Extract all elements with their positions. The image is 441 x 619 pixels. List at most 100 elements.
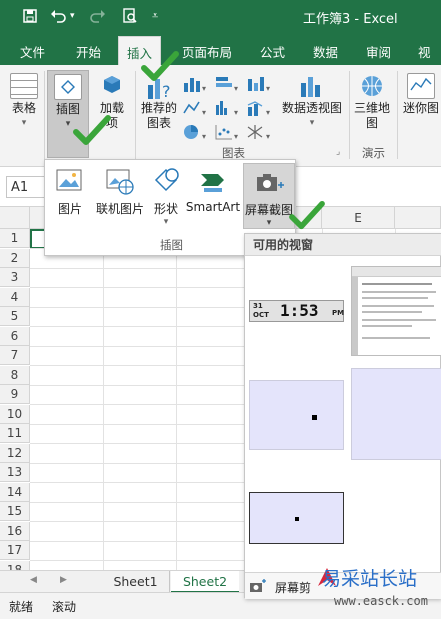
column-chart-icon[interactable]: ▾ bbox=[182, 75, 208, 96]
undo-dropdown-icon[interactable]: ▾ bbox=[70, 11, 75, 21]
pivotchart-button[interactable]: 数据透视图 ▾ bbox=[280, 73, 344, 131]
sparklines-label: 迷你图 bbox=[402, 101, 439, 115]
sparklines-icon bbox=[407, 73, 435, 99]
tab-review[interactable]: 审阅 bbox=[366, 42, 391, 61]
row-header[interactable]: 10 bbox=[0, 404, 30, 424]
svg-text:▾: ▾ bbox=[202, 132, 206, 141]
screenshot-dropdown: 可用的视窗 31 OCT 1:53 PM 屏幕剪 bbox=[244, 233, 441, 599]
shapes-button[interactable]: 形状 ▾ bbox=[149, 166, 183, 227]
watermark-url: www.easck.com bbox=[334, 594, 428, 608]
row-header[interactable]: 7 bbox=[0, 346, 30, 365]
window-thumbnail-blank-1[interactable] bbox=[249, 380, 344, 450]
waterfall-chart-icon[interactable]: ▾ bbox=[246, 75, 272, 96]
ribbon-separator bbox=[397, 71, 398, 159]
row-header[interactable]: 2 bbox=[0, 248, 30, 268]
redo-icon[interactable] bbox=[88, 8, 106, 28]
title-bar: ▾ ⩡ 工作簿3 - Excel bbox=[0, 0, 441, 34]
line-chart-icon[interactable]: ▾ bbox=[182, 99, 208, 120]
surface-chart-icon[interactable]: ▾ bbox=[246, 123, 272, 144]
status-scroll: 滚动 bbox=[52, 600, 77, 614]
ribbon-separator bbox=[349, 71, 350, 159]
row-header[interactable]: 17 bbox=[0, 541, 30, 560]
smartart-label: SmartArt bbox=[185, 200, 241, 214]
tab-home[interactable]: 开始 bbox=[76, 42, 101, 61]
column-header-e[interactable]: E bbox=[322, 207, 395, 229]
svg-text:▾: ▾ bbox=[234, 84, 238, 93]
row-header[interactable]: 5 bbox=[0, 307, 30, 326]
scroll-sheets-right-icon[interactable]: ▶ bbox=[60, 575, 67, 585]
grid-line bbox=[176, 229, 177, 570]
row-header[interactable]: 13 bbox=[0, 463, 30, 482]
window-title: 工作簿3 - Excel bbox=[303, 12, 398, 27]
picture-label: 图片 bbox=[57, 202, 82, 216]
picture-icon bbox=[55, 166, 85, 196]
table-button[interactable]: 表格 ▾ bbox=[6, 73, 42, 131]
undo-icon[interactable] bbox=[50, 8, 68, 28]
svg-text:▾: ▾ bbox=[266, 84, 270, 93]
shapes-icon bbox=[151, 166, 181, 196]
recommended-charts-label-line2: 图表 bbox=[146, 116, 171, 130]
svg-text:?: ? bbox=[162, 82, 171, 101]
row-header[interactable]: 3 bbox=[0, 268, 30, 287]
tab-page-layout[interactable]: 页面布局 bbox=[182, 42, 232, 61]
bar-chart-icon[interactable]: ▾ bbox=[214, 75, 240, 96]
customize-toolbar-icon[interactable]: ⩡ bbox=[152, 9, 158, 23]
svg-text:▾: ▾ bbox=[202, 108, 206, 117]
3d-map-button[interactable]: 三维地 图 bbox=[352, 73, 392, 131]
window-thumbnail-blank-2[interactable] bbox=[351, 368, 441, 460]
clock-date-line2: OCT bbox=[253, 311, 269, 319]
print-preview-icon[interactable] bbox=[122, 8, 138, 28]
pivotchart-icon bbox=[298, 73, 326, 99]
screen-clipping-icon bbox=[249, 578, 267, 597]
window-thumbnail-clock[interactable]: 31 OCT 1:53 PM bbox=[249, 300, 344, 322]
addins-icon bbox=[98, 73, 126, 99]
screen-clipping-label: 屏幕剪 bbox=[275, 581, 312, 595]
name-box[interactable]: A1 bbox=[6, 176, 46, 198]
row-header[interactable]: 1 bbox=[0, 229, 30, 248]
row-header[interactable]: 8 bbox=[0, 365, 30, 385]
scroll-sheets-left-icon[interactable]: ◀ bbox=[30, 575, 37, 585]
tab-data[interactable]: 数据 bbox=[313, 42, 338, 61]
screenshot-label: 屏幕截图 bbox=[244, 203, 293, 217]
addins-label-line1: 加载 bbox=[99, 101, 124, 115]
clock-date-line1: 31 bbox=[253, 302, 263, 310]
row-header[interactable]: 9 bbox=[0, 385, 30, 404]
table-icon bbox=[10, 73, 38, 99]
illustrations-icon bbox=[54, 74, 82, 100]
row-header[interactable]: 15 bbox=[0, 502, 30, 521]
online-picture-label: 联机图片 bbox=[95, 202, 144, 216]
recommended-charts-label-line1: 推荐的 bbox=[140, 101, 177, 115]
pivotchart-label: 数据透视图 bbox=[281, 101, 342, 115]
column-header[interactable] bbox=[395, 207, 441, 229]
combo-chart-icon[interactable]: ▾ bbox=[246, 99, 272, 120]
row-header[interactable]: 16 bbox=[0, 521, 30, 541]
sheet-tab-sheet1[interactable]: Sheet1 bbox=[102, 571, 170, 593]
scatter-chart-icon[interactable]: ▾ bbox=[214, 123, 240, 144]
tab-file[interactable]: 文件 bbox=[20, 42, 45, 61]
row-header[interactable]: 12 bbox=[0, 443, 30, 463]
row-header[interactable]: 18 bbox=[0, 560, 30, 570]
save-icon[interactable] bbox=[22, 8, 38, 28]
online-picture-button[interactable]: 联机图片 bbox=[93, 166, 147, 217]
row-header[interactable]: 14 bbox=[0, 482, 30, 502]
window-thumbnail-blank-3[interactable] bbox=[249, 492, 344, 544]
3d-map-label-line1: 三维地 bbox=[353, 101, 390, 115]
charts-dialog-launcher-icon[interactable]: ⌟ bbox=[336, 147, 340, 157]
row-header[interactable]: 11 bbox=[0, 424, 30, 443]
tab-formulas[interactable]: 公式 bbox=[260, 42, 285, 61]
picture-button[interactable]: 图片 bbox=[51, 166, 89, 217]
sparklines-button[interactable]: 迷你图 bbox=[400, 73, 441, 116]
smartart-icon bbox=[198, 166, 228, 196]
illustrations-group-label: 插图 bbox=[160, 238, 183, 252]
sheet-tab-sheet2[interactable]: Sheet2 bbox=[171, 571, 239, 593]
row-header[interactable]: 6 bbox=[0, 326, 30, 346]
pie-chart-icon[interactable]: ▾ bbox=[182, 123, 208, 144]
smartart-button[interactable]: SmartArt bbox=[185, 166, 241, 214]
online-picture-icon bbox=[105, 166, 135, 196]
statistic-chart-icon[interactable]: ▾ bbox=[214, 99, 240, 120]
select-all-corner[interactable] bbox=[0, 207, 30, 229]
svg-text:▾: ▾ bbox=[266, 132, 270, 141]
checkmark-annotation-icon bbox=[289, 200, 325, 230]
window-thumbnail-document[interactable] bbox=[351, 266, 441, 356]
row-header[interactable]: 4 bbox=[0, 287, 30, 307]
